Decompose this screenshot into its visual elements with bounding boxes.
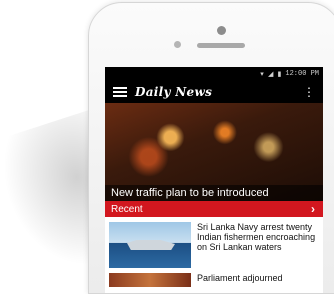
app-bar: Daily News ⋮ xyxy=(105,81,323,103)
status-time: 12:00 PM xyxy=(285,70,319,78)
chevron-right-icon[interactable]: › xyxy=(311,202,315,216)
front-camera xyxy=(217,26,226,35)
story-thumbnail xyxy=(109,273,191,287)
recent-section-header[interactable]: Recent › xyxy=(105,201,323,217)
phone-device: ▾ ◢ ▮ 12:00 PM Daily News ⋮ New traffic … xyxy=(88,2,334,294)
proximity-sensor xyxy=(174,41,181,48)
hero-story[interactable]: New traffic plan to be introduced xyxy=(105,103,323,201)
story-title: Parliament adjourned xyxy=(197,273,283,283)
earpiece-speaker xyxy=(197,43,245,48)
story-thumbnail xyxy=(109,222,191,268)
story-title: Sri Lanka Navy arrest twenty Indian fish… xyxy=(197,222,316,252)
hamburger-menu-icon[interactable] xyxy=(113,87,127,97)
hero-caption: New traffic plan to be introduced xyxy=(105,185,323,201)
overflow-menu-icon[interactable]: ⋮ xyxy=(303,86,315,98)
list-item[interactable]: Sri Lanka Navy arrest twenty Indian fish… xyxy=(105,217,323,268)
status-bar: ▾ ◢ ▮ 12:00 PM xyxy=(105,67,323,81)
status-icons: ▾ ◢ ▮ xyxy=(260,70,282,79)
list-item[interactable]: Parliament adjourned xyxy=(105,268,323,287)
app-logo: Daily News xyxy=(135,85,213,99)
phone-screen: ▾ ◢ ▮ 12:00 PM Daily News ⋮ New traffic … xyxy=(105,67,323,293)
navy-ship-image xyxy=(127,240,175,250)
section-label: Recent xyxy=(111,203,143,215)
